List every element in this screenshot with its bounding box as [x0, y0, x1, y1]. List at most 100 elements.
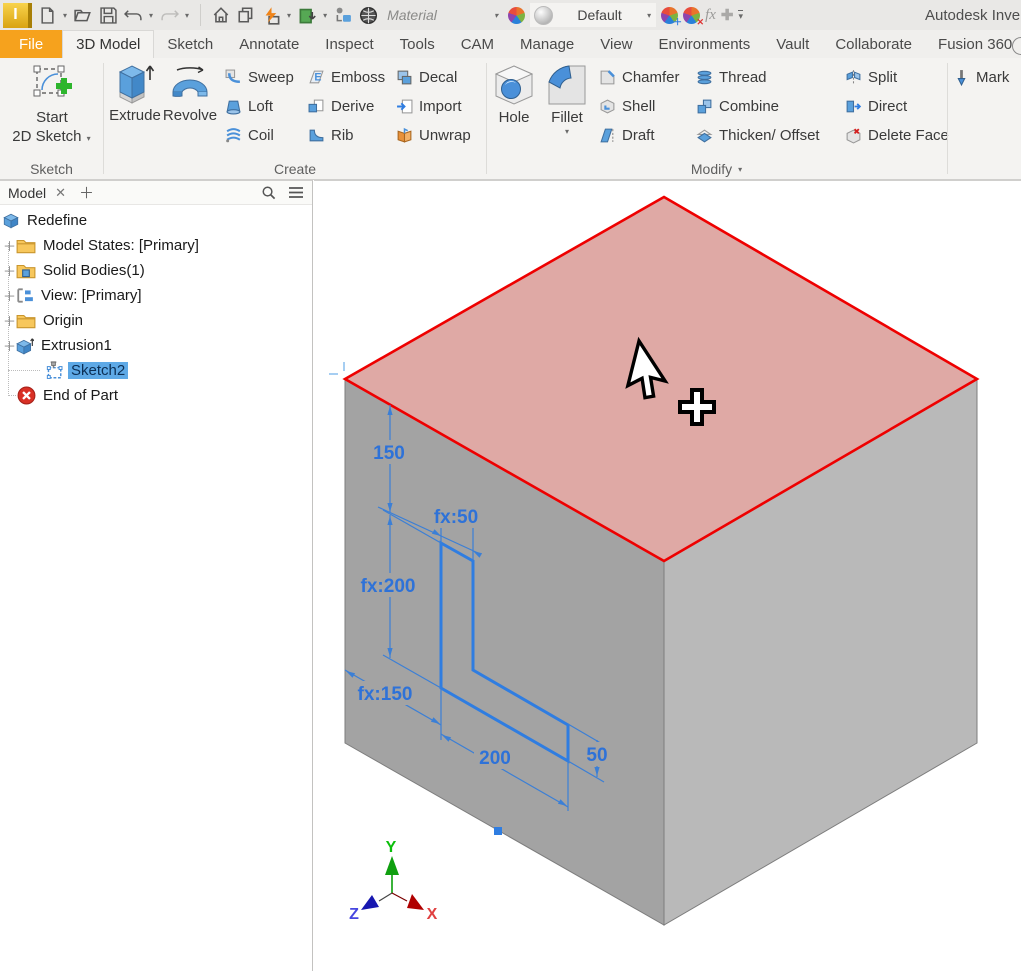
- parameters-fx-button[interactable]: fx: [705, 7, 716, 24]
- extrude-button[interactable]: Extrude: [108, 62, 162, 125]
- sketch-point[interactable]: [494, 827, 502, 835]
- tab-vault[interactable]: Vault: [763, 30, 822, 58]
- dimension-200[interactable]: 200: [479, 748, 511, 769]
- import-button[interactable]: Import: [396, 96, 471, 116]
- new-file-button[interactable]: [37, 5, 57, 25]
- update-dropdown[interactable]: ▾: [323, 11, 327, 20]
- dimension-50[interactable]: 50: [586, 745, 607, 766]
- redo-button[interactable]: [159, 5, 179, 25]
- undo-button[interactable]: [123, 5, 143, 25]
- tab-cam[interactable]: CAM: [448, 30, 507, 58]
- shell-button[interactable]: Shell: [599, 96, 680, 116]
- expand-icon[interactable]: ＋: [3, 311, 16, 330]
- thicken-offset-button[interactable]: Thicken/ Offset: [696, 125, 820, 145]
- expand-icon[interactable]: ＋: [3, 236, 16, 255]
- switch-context-button[interactable]: [333, 5, 353, 25]
- new-file-dropdown[interactable]: ▾: [63, 11, 67, 20]
- emboss-button[interactable]: E Emboss: [308, 67, 385, 87]
- thread-button[interactable]: Thread: [696, 67, 820, 87]
- appearance-wheel-icon[interactable]: [508, 7, 525, 24]
- add-to-toolbar-button[interactable]: ✚: [721, 6, 734, 24]
- rib-button[interactable]: Rib: [308, 125, 385, 145]
- tree-item-sketch2[interactable]: Sketch2: [0, 358, 312, 383]
- view-icon: [16, 287, 34, 304]
- search-icon[interactable]: [261, 185, 276, 200]
- unwrap-button[interactable]: Unwrap: [396, 125, 471, 145]
- chamfer-button[interactable]: Chamfer: [599, 67, 680, 87]
- ilogic-dropdown[interactable]: ▾: [287, 11, 291, 20]
- tab-manage[interactable]: Manage: [507, 30, 587, 58]
- adjust-clear-button[interactable]: ✕: [683, 7, 700, 24]
- redo-dropdown[interactable]: ▾: [185, 11, 189, 20]
- split-button[interactable]: Split: [845, 67, 949, 87]
- appearance-dropdown[interactable]: Default ▾: [530, 3, 656, 27]
- expand-icon[interactable]: ＋: [3, 286, 16, 305]
- tree-item-view-primary[interactable]: ＋ View: [Primary]: [0, 283, 312, 308]
- hole-button[interactable]: Hole: [490, 62, 538, 127]
- browser-header: Model ✕ ＋: [0, 181, 312, 205]
- dimension-150[interactable]: 150: [373, 443, 405, 464]
- model-browser: Model ✕ ＋ Redefine ＋ Model States: [Prim…: [0, 180, 313, 971]
- copy-pages-button[interactable]: [236, 5, 256, 25]
- close-icon[interactable]: ✕: [55, 185, 66, 201]
- mark-button[interactable]: Mark: [953, 67, 1009, 87]
- tab-environments[interactable]: Environments: [646, 30, 764, 58]
- inventor-logo[interactable]: I: [3, 3, 32, 28]
- tab-file[interactable]: File: [0, 30, 62, 58]
- loft-button[interactable]: Loft: [225, 96, 294, 116]
- dimension-fx200[interactable]: fx:200: [361, 576, 416, 597]
- undo-dropdown[interactable]: ▾: [149, 11, 153, 20]
- dimension-fx50[interactable]: fx:50: [434, 507, 478, 528]
- tab-annotate[interactable]: Annotate: [226, 30, 312, 58]
- open-file-button[interactable]: [73, 5, 93, 25]
- tab-fusion-360[interactable]: Fusion 360: [925, 30, 1021, 58]
- delete-face-button[interactable]: Delete Face: [845, 125, 949, 145]
- dimension-fx150[interactable]: fx:150: [358, 684, 413, 705]
- decal-button[interactable]: Decal: [396, 67, 471, 87]
- render-globe-icon[interactable]: [358, 5, 378, 25]
- direct-button[interactable]: Direct: [845, 96, 949, 116]
- tab-inspect[interactable]: Inspect: [312, 30, 386, 58]
- customize-toolbar-button[interactable]: ▾: [738, 10, 743, 20]
- tree-item-model-states[interactable]: ＋ Model States: [Primary]: [0, 233, 312, 258]
- material-dropdown[interactable]: Material ▾: [383, 7, 503, 23]
- tab-view[interactable]: View: [587, 30, 645, 58]
- tab-collaborate[interactable]: Collaborate: [822, 30, 925, 58]
- home-button[interactable]: [211, 5, 231, 25]
- revolve-icon: [167, 62, 213, 106]
- direct-icon: [845, 98, 862, 115]
- tab-tools[interactable]: Tools: [387, 30, 448, 58]
- adjust-add-button[interactable]: ＋: [661, 7, 678, 24]
- tree-item-end-of-part[interactable]: End of Part: [0, 383, 312, 408]
- fillet-dropdown[interactable]: ▾: [565, 127, 569, 136]
- panel-mark: Mark: [948, 58, 1021, 179]
- tab-3d-model[interactable]: 3D Model: [62, 30, 154, 58]
- coil-icon: [225, 127, 242, 144]
- revolve-button[interactable]: Revolve: [162, 62, 218, 125]
- expand-icon[interactable]: ＋: [3, 336, 16, 355]
- coil-button[interactable]: Coil: [225, 125, 294, 145]
- create-column-1: Sweep Loft Coil: [225, 67, 294, 145]
- tree-item-extrusion1[interactable]: ＋ Extrusion1: [0, 333, 312, 358]
- update-component-button[interactable]: [297, 5, 317, 25]
- panel-label-modify[interactable]: Modify▾: [487, 161, 947, 177]
- mark-column: Mark: [953, 67, 1009, 87]
- tree-item-solid-bodies[interactable]: ＋ Solid Bodies(1): [0, 258, 312, 283]
- derive-button[interactable]: Derive: [308, 96, 385, 116]
- expand-icon[interactable]: ＋: [3, 261, 16, 280]
- menu-icon[interactable]: [288, 186, 304, 199]
- tree-item-origin[interactable]: ＋ Origin: [0, 308, 312, 333]
- add-browser-tab-button[interactable]: ＋: [79, 182, 94, 203]
- start-2d-sketch-button[interactable]: Start 2D Sketch ▾: [6, 62, 98, 148]
- browser-tab-model[interactable]: Model: [8, 185, 46, 201]
- fillet-button[interactable]: Fillet ▾: [540, 62, 594, 136]
- combine-button[interactable]: Combine: [696, 96, 820, 116]
- tab-sketch[interactable]: Sketch: [154, 30, 226, 58]
- ilogic-trigger-button[interactable]: [261, 5, 281, 25]
- browser-tree: Redefine ＋ Model States: [Primary] ＋ Sol…: [0, 205, 312, 971]
- viewport-3d[interactable]: 150 fx:50 fx:200 fx:150 200 50 Y Z X: [314, 180, 1021, 971]
- tree-item-redefine[interactable]: Redefine: [0, 208, 312, 233]
- save-button[interactable]: [98, 5, 118, 25]
- draft-button[interactable]: Draft: [599, 125, 680, 145]
- sweep-button[interactable]: Sweep: [225, 67, 294, 87]
